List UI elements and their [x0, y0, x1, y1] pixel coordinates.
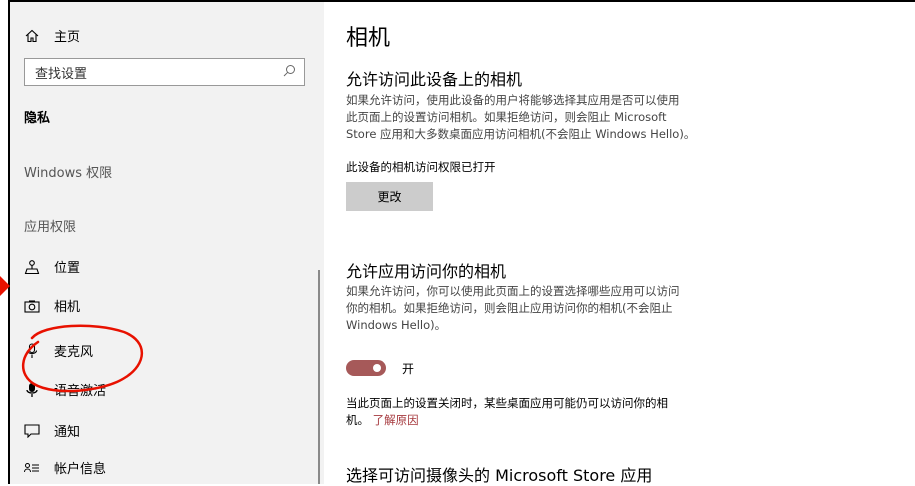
microphone-icon: [24, 342, 40, 359]
note-line-2: 机。 了解原因: [346, 412, 776, 429]
note-line: 当此页面上的设置关闭时，某些桌面应用可能仍可以访问你的相: [346, 396, 668, 410]
desktop-apps-note: 当此页面上的设置关闭时，某些桌面应用可能仍可以访问你的相 机。 了解原因: [346, 395, 776, 429]
sidebar-item-location[interactable]: 位置: [24, 257, 80, 276]
home-nav-item[interactable]: 主页: [24, 26, 80, 45]
sidebar-item-label: 通知: [54, 425, 81, 440]
section-app-access-heading: 允许应用访问你的相机: [346, 262, 507, 281]
home-icon: [24, 28, 40, 44]
section-store-apps-heading: 选择可访问摄像头的 Microsoft Store 应用: [346, 466, 653, 485]
description-line: 你的相机。如果拒绝访问，则会阻止应用访问你的相机(不会阻止: [346, 301, 673, 315]
sidebar-item-label: 帐户信息: [54, 462, 107, 477]
note-text: 机。: [346, 413, 369, 427]
sidebar-item-label: 相机: [54, 300, 81, 315]
red-arrow-marker: [0, 276, 10, 296]
section-device-access-description: 如果允许访问，使用此设备的用户将能够选择其应用是否可以使用 此页面上的设置访问相…: [346, 92, 776, 143]
sidebar-scrollbar[interactable]: [318, 270, 320, 484]
sidebar-item-notifications[interactable]: 通知: [24, 421, 80, 440]
voice-activation-icon: [24, 382, 40, 398]
app-access-toggle[interactable]: [346, 360, 386, 376]
sidebar-item-label: 位置: [54, 261, 81, 276]
search-placeholder: 查找设置: [35, 66, 88, 82]
description-line: 如果允许访问，使用此设备的用户将能够选择其应用是否可以使用: [346, 93, 680, 107]
description-line: Store 应用和大多数桌面应用访问相机(不会阻止 Windows Hello)…: [346, 127, 696, 141]
windows-permissions-header: Windows 权限: [24, 166, 113, 181]
sidebar-item-label: 麦克风: [54, 345, 94, 360]
camera-icon: [24, 298, 40, 314]
device-access-status: 此设备的相机访问权限已打开: [346, 160, 496, 174]
location-icon: [24, 259, 40, 275]
section-device-access-heading: 允许访问此设备上的相机: [346, 70, 523, 89]
toggle-knob: [373, 364, 381, 372]
search-icon[interactable]: [283, 64, 296, 81]
description-line: 如果允许访问，你可以使用此页面上的设置选择哪些应用可以访问: [346, 284, 680, 298]
toggle-state-label: 开: [402, 362, 415, 376]
section-app-access-description: 如果允许访问，你可以使用此页面上的设置选择哪些应用可以访问 你的相机。如果拒绝访…: [346, 283, 776, 334]
learn-more-link[interactable]: 了解原因: [373, 413, 419, 427]
sidebar-item-camera[interactable]: 相机: [24, 296, 80, 315]
search-input[interactable]: 查找设置: [24, 58, 305, 86]
app-permissions-header: 应用权限: [24, 220, 77, 235]
sidebar-item-microphone[interactable]: 麦克风: [24, 341, 93, 360]
sidebar-item-voice-activation[interactable]: 语音激活: [24, 380, 106, 399]
sidebar-item-label: 语音激活: [54, 384, 107, 399]
notification-icon: [24, 423, 40, 439]
privacy-section-title: 隐私: [24, 111, 51, 126]
page-title: 相机: [346, 26, 391, 51]
sidebar-item-account-info[interactable]: 帐户信息: [24, 458, 106, 477]
description-line: Windows Hello)。: [346, 318, 447, 332]
description-line: 此页面上的设置访问相机。如果拒绝访问，则会阻止 Microsoft: [346, 110, 667, 124]
home-label: 主页: [54, 30, 81, 45]
account-info-icon: [24, 460, 40, 476]
change-button[interactable]: 更改: [346, 182, 433, 211]
